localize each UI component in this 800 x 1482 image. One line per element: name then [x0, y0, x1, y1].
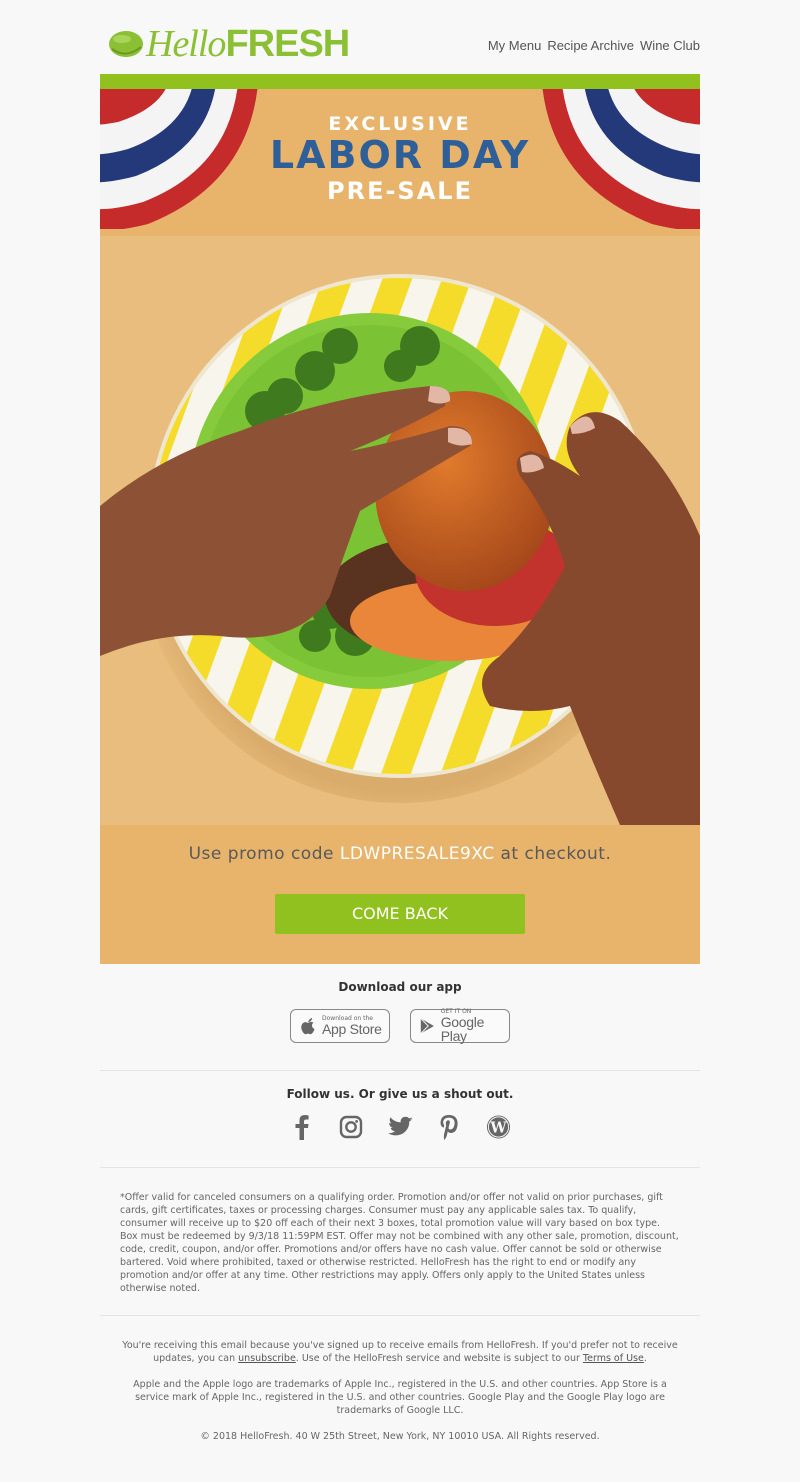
- divider: [100, 1315, 700, 1316]
- store-badges: Download on the App Store GET IT ON Goog…: [100, 1009, 700, 1043]
- social-section: Follow us. Or give us a shout out. W: [100, 1071, 700, 1167]
- promo-code[interactable]: LDWPRESALE9XC: [340, 844, 495, 864]
- facebook-icon[interactable]: [290, 1113, 315, 1141]
- labor-day-banner[interactable]: EXCLUSIVE LABOR DAY PRE-SALE: [100, 89, 700, 236]
- offer-terms: *Offer valid for canceled consumers on a…: [120, 1192, 679, 1294]
- logo-wordmark: HelloFRESH: [146, 23, 350, 65]
- promo-code-text: Use promo code LDWPRESALE9XC at checkout…: [100, 844, 700, 864]
- promo-suffix: at checkout.: [494, 844, 612, 864]
- hero-burger-image[interactable]: [100, 236, 700, 825]
- unsubscribe-link[interactable]: unsubscribe: [238, 1353, 296, 1364]
- app-store-badge[interactable]: Download on the App Store: [290, 1009, 390, 1043]
- trademark-notice: Apple and the Apple logo are trademarks …: [133, 1379, 667, 1416]
- subscription-notice: You're receiving this email because you'…: [122, 1340, 678, 1364]
- burger-plate-illustration: [100, 274, 700, 825]
- social-title: Follow us. Or give us a shout out.: [286, 1087, 514, 1101]
- wordpress-icon[interactable]: W: [486, 1113, 511, 1141]
- social-icons: W: [100, 1113, 700, 1141]
- copyright-notice: © 2018 HelloFresh. 40 W 25th Street, New…: [200, 1431, 600, 1442]
- come-back-button[interactable]: COME BACK: [275, 894, 525, 934]
- hellofresh-logo[interactable]: HelloFRESH: [108, 20, 350, 68]
- banner-line-labor-day: LABOR DAY: [269, 133, 531, 177]
- top-nav: My Menu Recipe Archive Wine Club: [488, 38, 700, 53]
- brand-stripe: [100, 74, 700, 89]
- nav-wine-club[interactable]: Wine Club: [640, 38, 700, 53]
- pinterest-icon[interactable]: [437, 1113, 462, 1141]
- svg-text:W: W: [489, 1119, 507, 1136]
- email-footer: You're receiving this email because you'…: [115, 1339, 685, 1456]
- lime-icon: [109, 31, 143, 57]
- app-store-big-text: App Store: [322, 1021, 382, 1037]
- twitter-icon[interactable]: [387, 1113, 413, 1141]
- banner-line-pre-sale: PRE-SALE: [327, 177, 473, 205]
- terms-of-use-link[interactable]: Terms of Use: [583, 1353, 644, 1364]
- google-play-badge[interactable]: GET IT ON Google Play: [410, 1009, 510, 1043]
- promo-section: Use promo code LDWPRESALE9XC at checkout…: [100, 825, 700, 964]
- app-download-section: Download our app Download on the App Sto…: [100, 964, 700, 1070]
- google-play-big-text: Google Play: [440, 1014, 485, 1044]
- promo-prefix: Use promo code: [188, 844, 340, 864]
- google-play-icon: [420, 1018, 434, 1034]
- nav-recipe-archive[interactable]: Recipe Archive: [547, 38, 634, 53]
- nav-my-menu[interactable]: My Menu: [488, 38, 541, 53]
- email-header: HelloFRESH My Menu Recipe Archive Wine C…: [100, 0, 700, 74]
- apple-icon: [301, 1018, 315, 1035]
- banner-line-exclusive: EXCLUSIVE: [328, 113, 472, 135]
- app-download-title: Download our app: [338, 980, 462, 994]
- divider: [100, 1167, 700, 1168]
- instagram-icon[interactable]: [339, 1113, 364, 1141]
